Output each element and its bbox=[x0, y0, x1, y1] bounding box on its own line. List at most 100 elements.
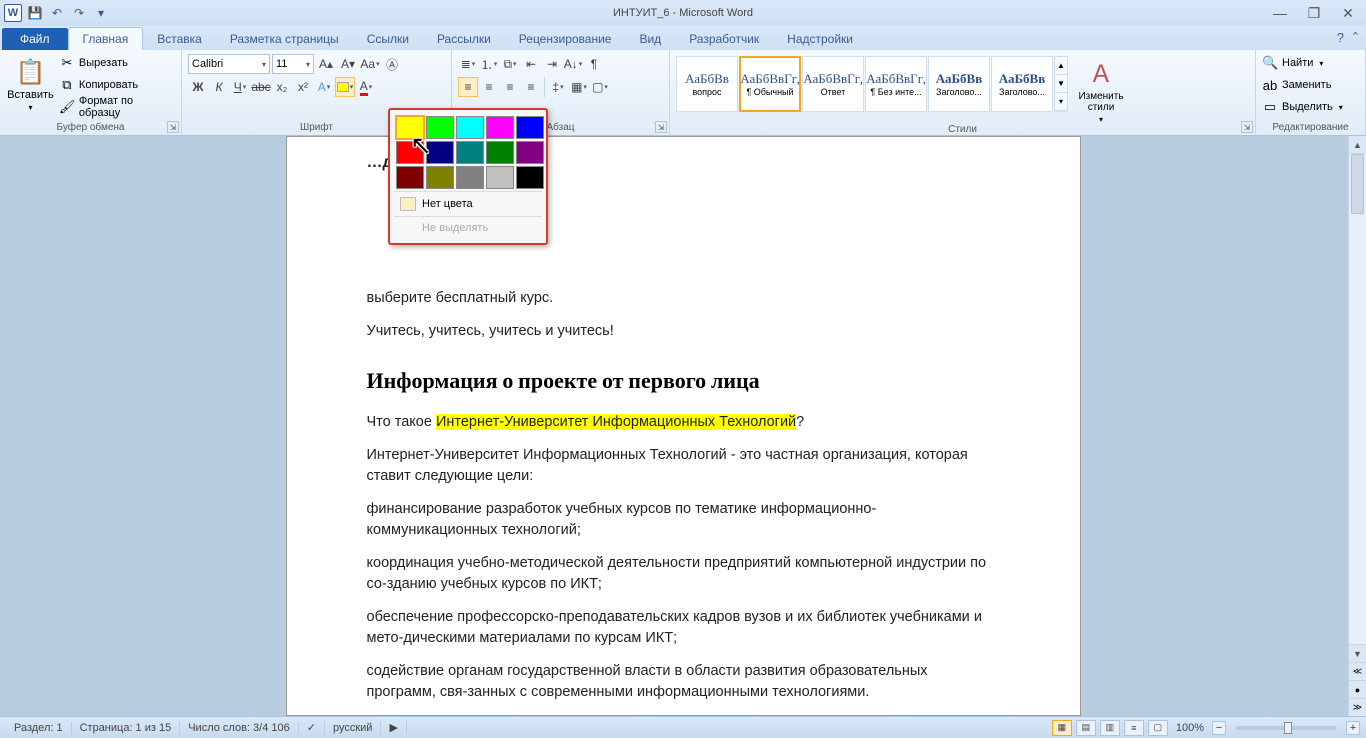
status-language[interactable]: русский bbox=[325, 722, 381, 734]
style-item[interactable]: АаБбВвГг,Ответ bbox=[802, 56, 864, 112]
color-swatch-green[interactable] bbox=[426, 116, 454, 139]
font-name-combo[interactable]: Calibri▾ bbox=[188, 54, 270, 74]
color-swatch-darkblue[interactable] bbox=[426, 141, 454, 164]
close-button[interactable]: ✕ bbox=[1336, 5, 1360, 21]
text-effects-button[interactable]: A bbox=[314, 77, 334, 97]
italic-button[interactable]: К bbox=[209, 77, 229, 97]
zoom-slider[interactable] bbox=[1236, 726, 1336, 730]
minimize-button[interactable]: — bbox=[1268, 5, 1292, 21]
bullets-button[interactable]: ≣ bbox=[458, 54, 478, 74]
multilevel-button[interactable]: ⧉ bbox=[500, 54, 520, 74]
cut-button[interactable]: ✂Вырезать bbox=[59, 52, 175, 74]
zoom-slider-handle[interactable] bbox=[1284, 722, 1292, 734]
color-swatch-blue[interactable] bbox=[516, 116, 544, 139]
color-swatch-darkgreen[interactable] bbox=[486, 141, 514, 164]
fullscreen-reading-view-button[interactable]: ▤ bbox=[1076, 720, 1096, 736]
numbering-button[interactable]: ⒈ bbox=[479, 54, 499, 74]
subscript-button[interactable]: x₂ bbox=[272, 77, 292, 97]
change-case-button[interactable]: Aa bbox=[360, 54, 380, 74]
strike-button[interactable]: abc bbox=[251, 77, 271, 97]
highlight-button[interactable] bbox=[335, 77, 355, 97]
no-color-option[interactable]: Нет цвета bbox=[394, 191, 542, 216]
font-color-button[interactable]: A bbox=[356, 77, 376, 97]
color-swatch-yellow[interactable] bbox=[396, 116, 424, 139]
tab-references[interactable]: Ссылки bbox=[353, 28, 423, 50]
clipboard-launcher[interactable]: ⇲ bbox=[167, 121, 179, 133]
align-center-button[interactable]: ≡ bbox=[479, 77, 499, 97]
status-words[interactable]: Число слов: 3/4 106 bbox=[180, 722, 299, 734]
tab-mailings[interactable]: Рассылки bbox=[423, 28, 505, 50]
color-swatch-black[interactable] bbox=[516, 166, 544, 189]
word-icon[interactable]: W bbox=[4, 4, 22, 22]
web-layout-view-button[interactable]: ▥ bbox=[1100, 720, 1120, 736]
color-swatch-silver[interactable] bbox=[486, 166, 514, 189]
status-spellcheck-icon[interactable]: ✓ bbox=[299, 721, 325, 734]
file-tab[interactable]: Файл bbox=[2, 28, 68, 50]
scroll-up-button[interactable]: ▲ bbox=[1349, 136, 1366, 154]
styles-launcher[interactable]: ⇲ bbox=[1241, 121, 1253, 133]
format-painter-button[interactable]: 🖌Формат по образцу bbox=[59, 96, 175, 118]
style-item[interactable]: АаБбВвЗаголово... bbox=[928, 56, 990, 112]
qat-undo-icon[interactable]: ↶ bbox=[48, 4, 66, 22]
status-page[interactable]: Страница: 1 из 15 bbox=[72, 722, 181, 734]
clear-formatting-button[interactable]: Ⓐ bbox=[382, 54, 402, 74]
underline-button[interactable]: Ч bbox=[230, 77, 250, 97]
help-icon[interactable]: ? bbox=[1337, 30, 1344, 45]
style-item[interactable]: АаБбВвЗаголово... bbox=[991, 56, 1053, 112]
style-item[interactable]: АаБбВввопрос bbox=[676, 56, 738, 112]
style-gallery-more[interactable]: ▾ bbox=[1055, 93, 1067, 111]
qat-customize-icon[interactable]: ▾ bbox=[92, 4, 110, 22]
prev-page-button[interactable]: ≪ bbox=[1349, 662, 1366, 680]
bold-button[interactable]: Ж bbox=[188, 77, 208, 97]
shading-button[interactable]: ▦ bbox=[569, 77, 589, 97]
tab-insert[interactable]: Вставка bbox=[143, 28, 216, 50]
find-button[interactable]: 🔍Найти▾ bbox=[1262, 52, 1343, 74]
shrink-font-button[interactable]: A▾ bbox=[338, 54, 358, 74]
color-swatch-magenta[interactable] bbox=[486, 116, 514, 139]
color-swatch-teal[interactable] bbox=[456, 141, 484, 164]
style-scroll-up[interactable]: ▲ bbox=[1055, 57, 1067, 75]
color-swatch-purple[interactable] bbox=[516, 141, 544, 164]
next-page-button[interactable]: ≫ bbox=[1349, 698, 1366, 716]
qat-save-icon[interactable]: 💾 bbox=[26, 4, 44, 22]
tab-view[interactable]: Вид bbox=[625, 28, 675, 50]
color-swatch-olive[interactable] bbox=[426, 166, 454, 189]
status-section[interactable]: Раздел: 1 bbox=[6, 722, 72, 734]
tab-home[interactable]: Главная bbox=[68, 27, 144, 50]
style-item[interactable]: АаБбВвГг,¶ Без инте... bbox=[865, 56, 927, 112]
paste-button[interactable]: 📋 Вставить ▾ bbox=[6, 52, 55, 118]
color-swatch-cyan[interactable] bbox=[456, 116, 484, 139]
change-styles-button[interactable]: Ａ Изменить стили ▾ bbox=[1070, 56, 1132, 122]
tab-developer[interactable]: Разработчик bbox=[675, 28, 773, 50]
tab-addins[interactable]: Надстройки bbox=[773, 28, 867, 50]
align-left-button[interactable]: ≡ bbox=[458, 77, 478, 97]
zoom-in-button[interactable]: + bbox=[1346, 721, 1360, 735]
justify-button[interactable]: ≡ bbox=[521, 77, 541, 97]
copy-button[interactable]: ⧉Копировать bbox=[59, 74, 175, 96]
color-swatch-maroon[interactable] bbox=[396, 166, 424, 189]
scroll-down-button[interactable]: ▼ bbox=[1349, 644, 1366, 662]
print-layout-view-button[interactable]: ▦ bbox=[1052, 720, 1072, 736]
qat-redo-icon[interactable]: ↷ bbox=[70, 4, 88, 22]
show-marks-button[interactable]: ¶ bbox=[584, 54, 604, 74]
font-size-combo[interactable]: 11▾ bbox=[272, 54, 314, 74]
sort-button[interactable]: A↓ bbox=[563, 54, 583, 74]
tab-layout[interactable]: Разметка страницы bbox=[216, 28, 353, 50]
borders-button[interactable]: ▢ bbox=[590, 77, 610, 97]
color-swatch-red[interactable] bbox=[396, 141, 424, 164]
status-macro-icon[interactable]: ▶ bbox=[381, 721, 406, 734]
browse-object-button[interactable]: ● bbox=[1349, 680, 1366, 698]
outline-view-button[interactable]: ≡ bbox=[1124, 720, 1144, 736]
select-button[interactable]: ▭Выделить▾ bbox=[1262, 96, 1343, 118]
minimize-ribbon-icon[interactable]: ⌃ bbox=[1351, 30, 1360, 43]
zoom-level[interactable]: 100% bbox=[1176, 722, 1204, 734]
grow-font-button[interactable]: A▴ bbox=[316, 54, 336, 74]
line-spacing-button[interactable]: ‡ bbox=[548, 77, 568, 97]
style-scroll-down[interactable]: ▼ bbox=[1055, 75, 1067, 93]
align-right-button[interactable]: ≡ bbox=[500, 77, 520, 97]
paragraph-launcher[interactable]: ⇲ bbox=[655, 121, 667, 133]
color-swatch-gray[interactable] bbox=[456, 166, 484, 189]
scroll-thumb[interactable] bbox=[1351, 154, 1364, 214]
restore-button[interactable]: ❐ bbox=[1302, 5, 1326, 21]
increase-indent-button[interactable]: ⇥ bbox=[542, 54, 562, 74]
